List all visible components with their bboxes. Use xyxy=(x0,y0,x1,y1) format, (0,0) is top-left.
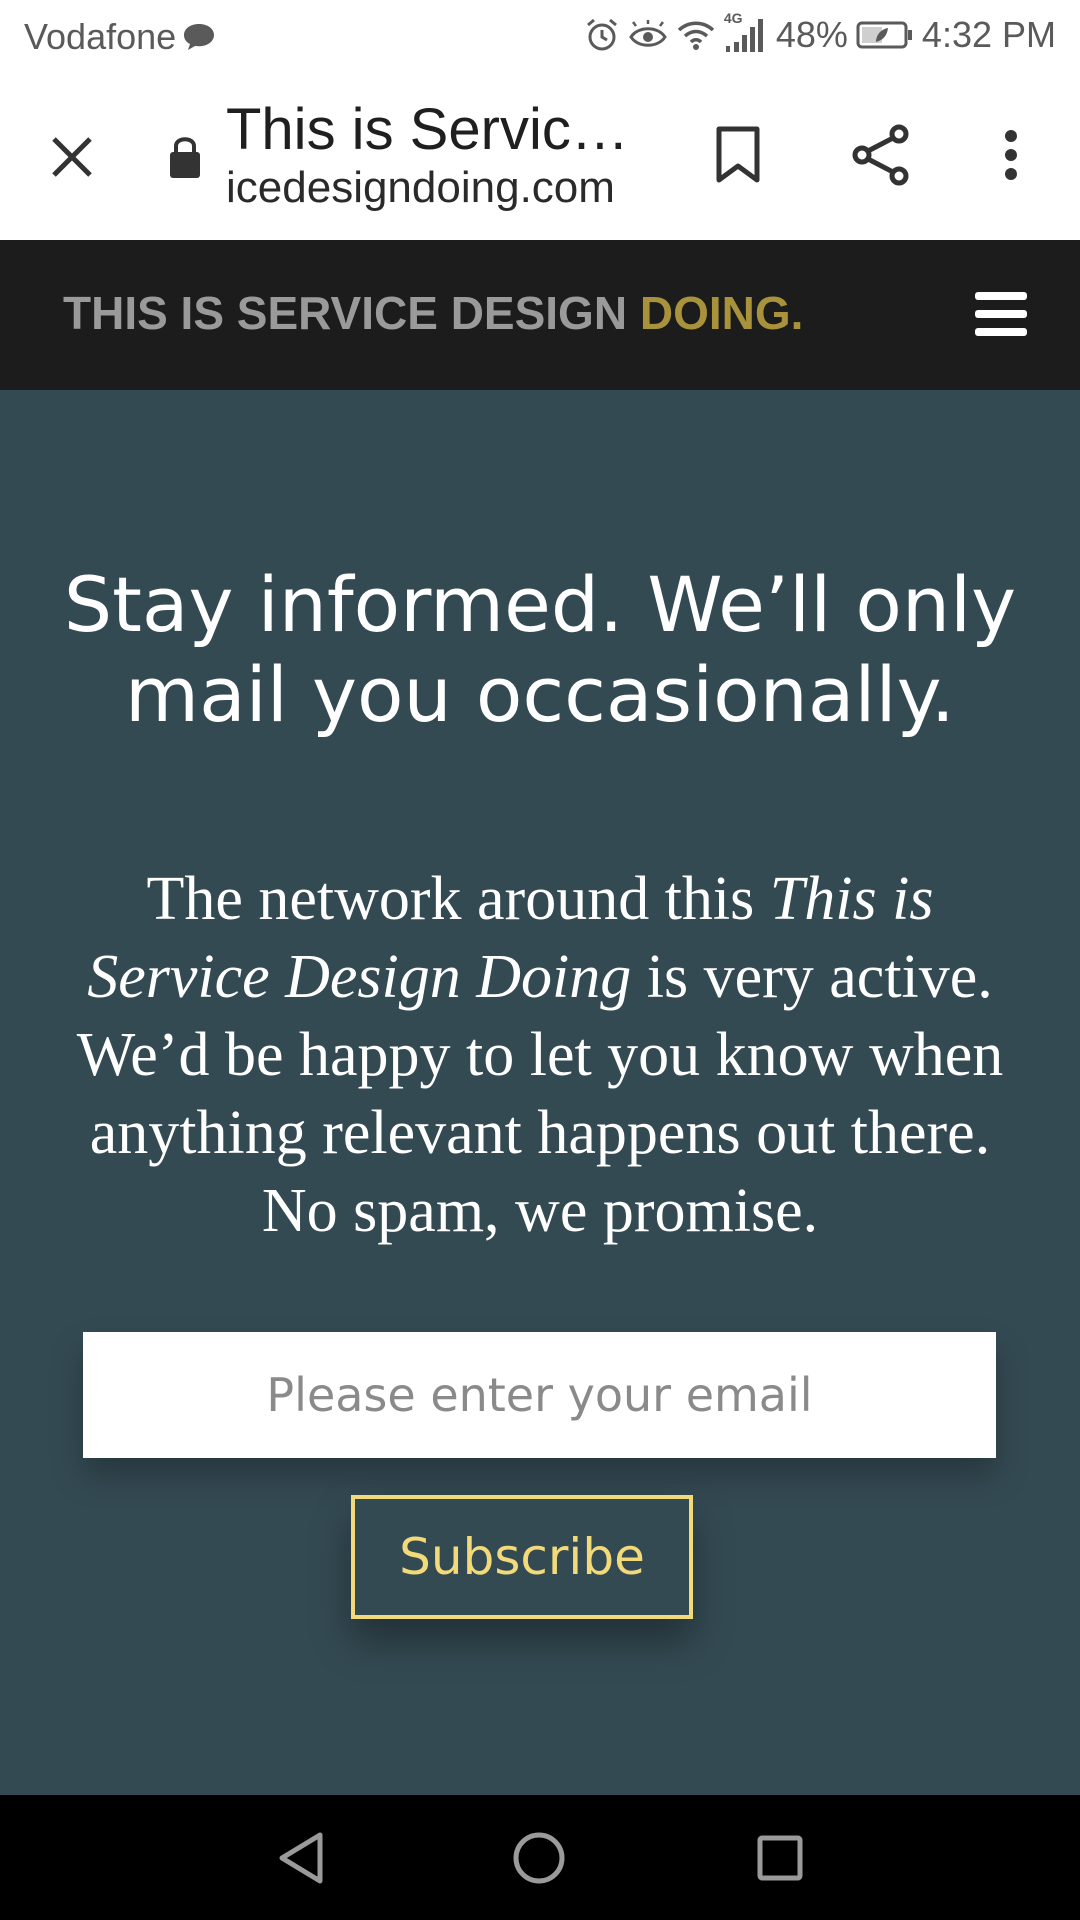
status-bar: Vodafone 4G 48% 4:32 PM xyxy=(0,0,1080,75)
network-type: 4G xyxy=(723,10,743,26)
home-button[interactable] xyxy=(506,1825,572,1891)
carrier-name: Vodafone xyxy=(24,16,177,57)
newsletter-description: The network around this This is Service … xyxy=(50,860,1030,1250)
bookmark-button[interactable] xyxy=(705,119,771,191)
browser-toolbar: This is Servic… icedesigndoing.com xyxy=(0,75,1080,241)
site-header: THIS IS SERVICE DESIGN DOING. xyxy=(0,240,1080,390)
hamburger-menu-icon[interactable] xyxy=(975,292,1027,336)
home-icon xyxy=(513,1832,565,1884)
share-button[interactable] xyxy=(848,119,914,191)
wifi-icon xyxy=(676,19,716,51)
battery-icon xyxy=(856,20,914,50)
back-button[interactable] xyxy=(268,1825,334,1891)
carrier: Vodafone xyxy=(24,16,216,58)
lock-icon xyxy=(168,133,202,181)
recents-button[interactable] xyxy=(747,1825,813,1891)
site-logo[interactable]: THIS IS SERVICE DESIGN DOING. xyxy=(63,286,803,340)
battery-percent: 48% xyxy=(775,14,848,55)
brand-accent: DOING. xyxy=(639,287,804,339)
clock: 4:32 PM xyxy=(921,14,1056,55)
share-icon xyxy=(852,124,909,186)
brand-main: THIS IS SERVICE DESIGN xyxy=(63,287,640,339)
recents-icon xyxy=(757,1835,803,1881)
more-options-button[interactable] xyxy=(985,119,1037,191)
newsletter-section: Stay informed. We’ll only mail you occas… xyxy=(0,390,1080,1795)
signal-icon: 4G xyxy=(724,10,768,52)
description-text-start: The network around this xyxy=(146,865,770,933)
page-title: This is Servic… xyxy=(226,97,629,162)
subscribe-button[interactable]: Subscribe xyxy=(351,1495,693,1619)
alarm-icon xyxy=(584,17,620,53)
bookmark-icon xyxy=(716,126,760,183)
back-icon xyxy=(279,1832,323,1884)
eye-comfort-icon xyxy=(628,20,668,50)
email-input[interactable] xyxy=(83,1332,996,1458)
close-button[interactable] xyxy=(36,127,108,187)
status-icons: 4G 48% 4:32 PM xyxy=(584,10,1056,56)
message-icon xyxy=(182,22,216,52)
system-navigation-bar xyxy=(0,1795,1080,1920)
more-vert-icon xyxy=(1005,130,1017,180)
close-icon xyxy=(52,137,92,177)
address-bar[interactable]: This is Servic… icedesigndoing.com xyxy=(226,97,646,213)
page-url: icedesigndoing.com xyxy=(226,163,615,212)
newsletter-headline: Stay informed. We’ll only mail you occas… xyxy=(63,560,1017,739)
